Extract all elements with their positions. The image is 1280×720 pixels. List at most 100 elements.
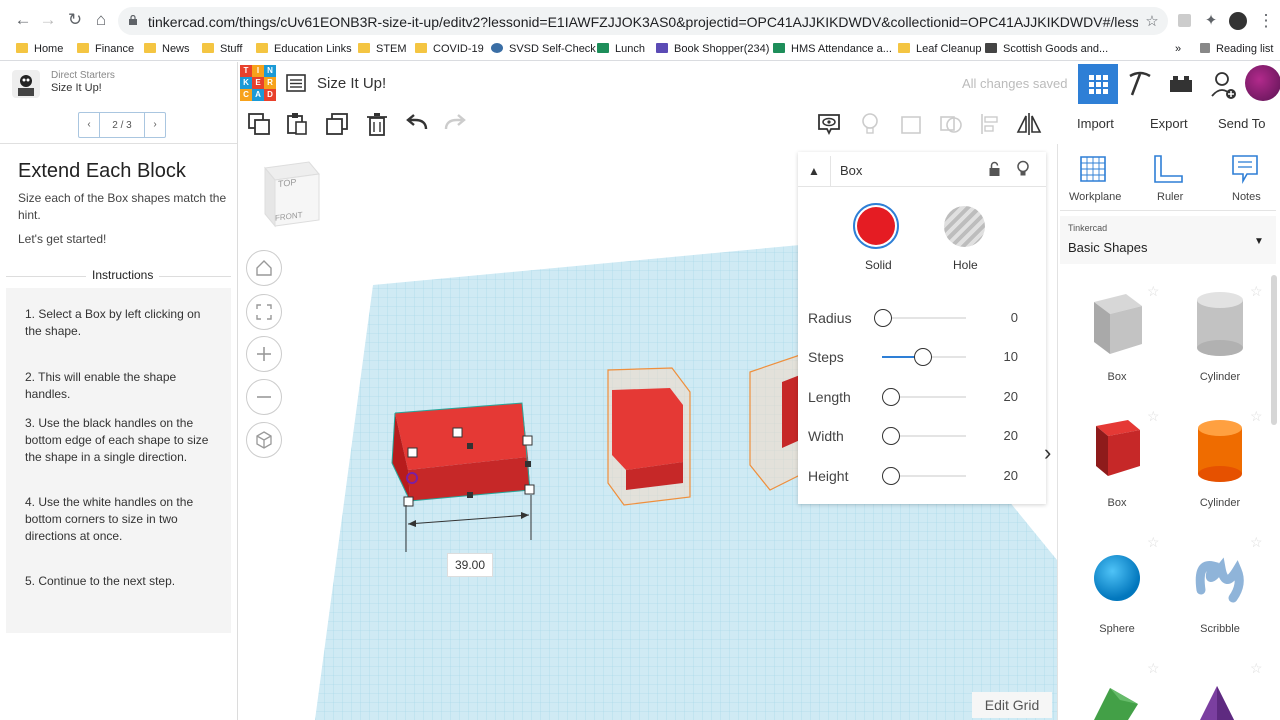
radius-value[interactable]: 0	[978, 307, 1018, 329]
bricks-icon[interactable]	[1168, 72, 1194, 96]
favorite-star-icon[interactable]: ☆	[1250, 283, 1263, 300]
comment-eye-icon[interactable]	[816, 111, 842, 137]
width-value[interactable]: 20	[978, 425, 1018, 447]
ungroup-icon[interactable]	[938, 111, 964, 137]
shape-scribble[interactable]: Scribble	[1170, 540, 1270, 660]
back-icon[interactable]: ←	[12, 9, 34, 31]
reload-icon[interactable]: ↻	[64, 9, 86, 31]
bookmark-stuff[interactable]: Stuff	[202, 40, 242, 58]
notes-icon[interactable]	[1231, 154, 1259, 184]
paste-icon[interactable]	[284, 111, 310, 137]
favorite-star-icon[interactable]: ☆	[1147, 660, 1160, 677]
bookmark-stem[interactable]: STEM	[358, 40, 407, 58]
add-user-icon[interactable]	[1210, 70, 1238, 100]
puzzle-icon[interactable]: ✦	[1200, 10, 1222, 32]
bookmark-finance[interactable]: Finance	[77, 40, 134, 58]
pyramid-shape-icon[interactable]	[1194, 684, 1240, 720]
grid-view-button[interactable]	[1078, 64, 1118, 104]
workplane-tool[interactable]: Workplane	[1069, 191, 1121, 203]
favorite-star-icon[interactable]: ☆	[1250, 534, 1263, 551]
bookmark-news[interactable]: News	[144, 40, 190, 58]
favorite-star-icon[interactable]: ☆	[1147, 283, 1160, 300]
bookmark-scottish-goods[interactable]: Scottish Goods and...	[985, 40, 1108, 58]
bookmark-covid[interactable]: COVID-19	[415, 40, 484, 58]
lock-icon[interactable]	[988, 161, 1001, 177]
length-knob[interactable]	[882, 388, 900, 406]
export-button[interactable]: Export	[1150, 116, 1188, 131]
panel-expand-icon[interactable]: ›	[1044, 440, 1051, 466]
send-to-button[interactable]: Send To	[1218, 116, 1265, 131]
hint-box[interactable]	[607, 367, 691, 506]
height-value[interactable]: 20	[978, 465, 1018, 487]
profile-avatar[interactable]	[1229, 12, 1247, 30]
ruler-tool[interactable]: Ruler	[1157, 191, 1183, 203]
undo-icon[interactable]	[404, 111, 430, 137]
zoom-out-button[interactable]	[246, 379, 282, 415]
favorite-star-icon[interactable]: ☆	[1147, 534, 1160, 551]
pager-next-icon[interactable]: ›	[144, 113, 165, 137]
pager-prev-icon[interactable]: ‹	[79, 113, 100, 137]
import-button[interactable]: Import	[1077, 116, 1114, 131]
align-icon[interactable]	[978, 111, 1004, 137]
lightbulb-icon[interactable]	[857, 111, 883, 137]
hole-button[interactable]	[944, 206, 985, 247]
steps-value[interactable]: 10	[978, 346, 1018, 368]
workplane-icon[interactable]	[1078, 154, 1108, 184]
favorite-star-icon[interactable]: ☆	[1250, 660, 1263, 677]
shape-cylinder-gray[interactable]: Cylinder	[1170, 284, 1270, 404]
bookmark-leaf-cleanup[interactable]: Leaf Cleanup	[898, 40, 981, 58]
panel-scrollbar[interactable]	[1271, 275, 1277, 425]
bookmark-book-shopper[interactable]: Book Shopper(234)	[656, 40, 769, 58]
shape-sphere[interactable]: Sphere	[1067, 540, 1167, 660]
ortho-view-button[interactable]	[246, 422, 282, 458]
star-icon[interactable]: ☆	[1141, 11, 1163, 33]
mirror-icon[interactable]	[1016, 111, 1042, 137]
bookmark-hms-attendance[interactable]: HMS Attendance a...	[773, 40, 892, 58]
radius-slider[interactable]	[882, 317, 966, 319]
menu-icon[interactable]: ⋮	[1255, 10, 1277, 32]
list-icon[interactable]	[286, 74, 306, 92]
bookmark-lunch[interactable]: Lunch	[597, 40, 645, 58]
shape-box-gray[interactable]: Box	[1067, 284, 1167, 404]
roof-shape-icon[interactable]	[1088, 684, 1144, 720]
user-avatar[interactable]	[1245, 65, 1280, 101]
notes-tool[interactable]: Notes	[1232, 191, 1261, 203]
favorite-star-icon[interactable]: ☆	[1147, 408, 1160, 425]
pickaxe-icon[interactable]	[1126, 70, 1154, 98]
zoom-in-button[interactable]	[246, 336, 282, 372]
shape-cylinder-orange[interactable]: Cylinder	[1170, 410, 1270, 530]
steps-knob[interactable]	[914, 348, 932, 366]
project-title[interactable]: Size It Up!	[317, 75, 386, 92]
dropdown-arrow-icon[interactable]: ▼	[1254, 236, 1264, 247]
shape-box-red[interactable]: Box	[1067, 410, 1167, 530]
group-icon[interactable]	[898, 111, 924, 137]
reading-list[interactable]: Reading list	[1200, 40, 1273, 58]
length-value[interactable]: 20	[978, 386, 1018, 408]
fit-view-button[interactable]	[246, 294, 282, 330]
hint-box[interactable]	[749, 354, 801, 491]
bookmarks-more[interactable]: »	[1175, 40, 1181, 58]
solid-color-button[interactable]	[853, 203, 899, 249]
lightbulb-icon[interactable]	[1016, 160, 1030, 178]
duplicate-icon[interactable]	[324, 111, 350, 137]
view-cube[interactable]	[261, 160, 323, 232]
bookmark-education-links[interactable]: Education Links	[256, 40, 352, 58]
home-icon[interactable]: ⌂	[90, 9, 112, 31]
bookmark-home[interactable]: Home	[16, 40, 63, 58]
redo-icon[interactable]	[442, 111, 468, 137]
forward-icon[interactable]: →	[37, 9, 59, 31]
height-knob[interactable]	[882, 467, 900, 485]
trash-icon[interactable]	[364, 111, 390, 137]
bookmark-svsd[interactable]: SVSD Self-Check	[491, 40, 596, 58]
home-view-button[interactable]	[246, 250, 282, 286]
favorite-star-icon[interactable]: ☆	[1250, 408, 1263, 425]
tinkercad-logo[interactable]: T I N K E R C A D	[240, 65, 276, 101]
extension-icon[interactable]	[1178, 14, 1191, 27]
copy-icon[interactable]	[246, 111, 272, 137]
radius-knob[interactable]	[874, 309, 892, 327]
edit-grid-button[interactable]: Edit Grid	[972, 692, 1052, 718]
collapse-icon[interactable]: ▲	[808, 164, 820, 178]
width-knob[interactable]	[882, 427, 900, 445]
dimension-label[interactable]: 39.00	[447, 553, 493, 577]
ruler-icon[interactable]	[1152, 154, 1184, 184]
